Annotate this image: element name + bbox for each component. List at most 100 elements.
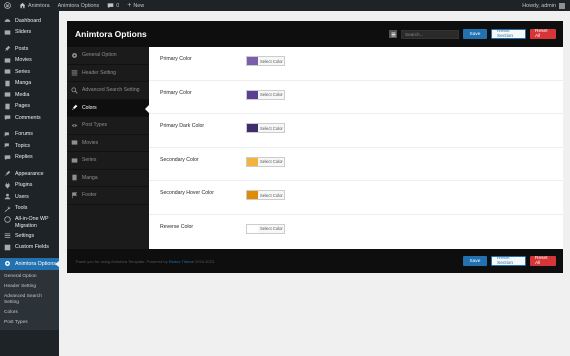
field-label: Primary Color xyxy=(160,56,192,62)
account-menu[interactable]: Howdy, admin xyxy=(522,2,570,9)
menu-appearance[interactable]: Appearance xyxy=(0,168,59,180)
footer-version: 2018-2023 xyxy=(194,258,215,264)
search-icon xyxy=(71,87,78,94)
wp-logo-menu[interactable] xyxy=(0,0,15,11)
video-icon xyxy=(4,68,11,75)
select-color-label: Select Color xyxy=(260,226,283,232)
menu-custom-fields[interactable]: Custom Fields xyxy=(0,242,59,254)
flag-icon xyxy=(71,192,78,199)
nav-footer[interactable]: Footer xyxy=(67,187,149,205)
search-input[interactable]: Search... xyxy=(401,29,459,39)
field-label: Reverse Color xyxy=(160,223,194,230)
gear-icon xyxy=(71,52,78,59)
save-button[interactable]: Save xyxy=(463,29,487,39)
menu-animtora-options[interactable]: Animtora Options xyxy=(0,258,59,270)
select-color-label: Select Color xyxy=(260,125,283,131)
menu-label: Movies xyxy=(15,57,32,64)
select-color-label: Select Color xyxy=(260,159,283,165)
menu-plugins[interactable]: Plugins xyxy=(0,180,59,192)
menu-tools[interactable]: Tools xyxy=(0,203,59,215)
nav-movies[interactable]: Movies xyxy=(67,135,149,152)
menu-users[interactable]: Users xyxy=(0,191,59,203)
menu-pages[interactable]: Pages xyxy=(0,101,59,113)
field-label: Secondary Hover Color xyxy=(160,190,214,197)
menu-media[interactable]: Media xyxy=(0,89,59,101)
field-reverse-color: Reverse Color Select Color xyxy=(149,215,563,249)
menu-label: Appearance xyxy=(15,170,44,177)
book-icon xyxy=(71,174,78,181)
field-secondary-color: Secondary Color Select Color xyxy=(149,148,563,182)
options-panel: Animtora Options Search... Save Reset Se… xyxy=(67,21,563,273)
color-swatch xyxy=(247,191,258,200)
menu-label: Series xyxy=(15,68,31,75)
menu-movies[interactable]: Movies xyxy=(0,55,59,67)
footer-save-button[interactable]: Save xyxy=(463,256,487,266)
menu-manga[interactable]: Manga xyxy=(0,78,59,90)
color-picker[interactable]: Select Color xyxy=(246,89,285,100)
menu-label: Media xyxy=(15,91,30,98)
expand-options-button[interactable] xyxy=(389,30,397,38)
menu-comments[interactable]: Comments xyxy=(0,112,59,124)
submenu-advanced-search[interactable]: Advanced Search Setting xyxy=(0,292,59,308)
avatar xyxy=(559,2,565,9)
nav-advanced-search[interactable]: Advanced Search Setting xyxy=(67,82,149,100)
options-link[interactable]: Animtora Options xyxy=(54,0,104,11)
menu-posts[interactable]: Posts xyxy=(0,43,59,55)
footer-reset-all-button[interactable]: Reset All xyxy=(530,256,556,266)
topic-icon xyxy=(4,142,11,149)
menu-label: Animtora Options xyxy=(15,260,56,267)
menu-label: Pages xyxy=(15,103,31,110)
eye-icon xyxy=(71,122,78,129)
nav-label: Footer xyxy=(82,192,97,199)
menu-migration[interactable]: All-in-One WP Migration xyxy=(0,214,59,230)
pin-icon xyxy=(4,45,11,52)
color-swatch xyxy=(247,90,258,99)
admin-bar: Animtora Animtora Options 0 + New Howdy,… xyxy=(0,0,570,11)
footer-reset-section-button[interactable]: Reset Section xyxy=(491,256,526,266)
reset-section-button[interactable]: Reset Section xyxy=(491,29,526,39)
book-icon xyxy=(4,80,11,87)
select-color-label: Select Color xyxy=(260,92,283,98)
menu-replies[interactable]: Replies xyxy=(0,152,59,164)
new-content-link[interactable]: + New xyxy=(123,0,148,11)
color-picker[interactable]: Select Color xyxy=(246,190,285,201)
settings-icon xyxy=(4,232,11,239)
color-picker[interactable]: Select Color xyxy=(246,156,285,167)
menu-label: Users xyxy=(15,193,29,200)
reset-all-button[interactable]: Reset All xyxy=(530,29,556,39)
color-picker[interactable]: Select Color xyxy=(246,56,285,66)
menu-label: Manga xyxy=(15,80,32,87)
menu-sliders[interactable]: Sliders xyxy=(0,27,59,39)
color-picker[interactable]: Select Color xyxy=(246,123,285,134)
nav-colors[interactable]: Colors xyxy=(67,99,149,117)
submenu-general-option[interactable]: General Option xyxy=(0,272,59,282)
submenu-post-types[interactable]: Post Types xyxy=(0,318,59,328)
menu-forums[interactable]: Forums xyxy=(0,129,59,141)
nav-manga[interactable]: Manga xyxy=(67,170,149,187)
site-name: Animtora xyxy=(28,2,50,9)
reply-icon xyxy=(4,154,11,161)
comments-link[interactable]: 0 xyxy=(103,0,123,11)
color-swatch xyxy=(247,57,258,65)
submenu-colors[interactable]: Colors xyxy=(0,308,59,318)
brush-icon xyxy=(4,170,11,177)
submenu-header-setting[interactable]: Header Setting xyxy=(0,282,59,292)
menu-series[interactable]: Series xyxy=(0,66,59,78)
forum-icon xyxy=(4,131,11,138)
footer-text: Thank you for using Animtora Template. P… xyxy=(75,258,168,264)
menu-settings[interactable]: Settings xyxy=(0,230,59,242)
menu-topics[interactable]: Topics xyxy=(0,140,59,152)
admin-sidebar: Dashboard Sliders Posts Movies Series Ma… xyxy=(0,11,59,356)
color-picker[interactable]: Select Color xyxy=(246,223,285,234)
nav-label: Header Setting xyxy=(82,69,116,76)
brush-icon xyxy=(71,104,78,111)
nav-general-option[interactable]: General Option xyxy=(67,47,149,65)
site-name-link[interactable]: Animtora xyxy=(15,0,54,11)
dashboard-icon xyxy=(4,17,11,24)
nav-series[interactable]: Series xyxy=(67,152,149,170)
nav-post-types[interactable]: Post Types xyxy=(67,117,149,135)
footer-link[interactable]: Redux Theme xyxy=(169,259,194,264)
plugin-icon xyxy=(4,182,11,189)
menu-dashboard[interactable]: Dashboard xyxy=(0,15,59,27)
nav-header-setting[interactable]: Header Setting xyxy=(67,65,149,82)
